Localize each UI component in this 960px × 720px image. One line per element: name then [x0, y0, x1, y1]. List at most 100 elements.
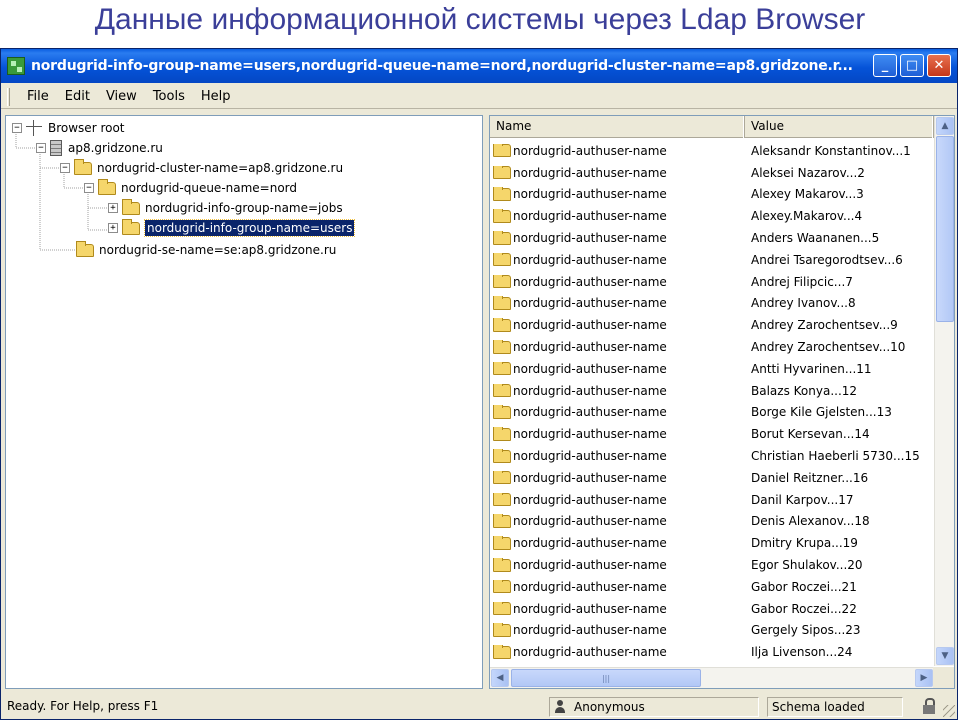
toolbar-grip[interactable]: [7, 88, 10, 106]
collapse-toggle[interactable]: −: [36, 143, 46, 153]
list-item[interactable]: nordugrid-authuser-name Alexey Makarov...…: [490, 184, 934, 206]
list-item[interactable]: nordugrid-authuser-name Denis Alexanov...…: [490, 511, 934, 533]
list-item[interactable]: nordugrid-authuser-name Christian Haeberl…: [490, 445, 934, 467]
menu-view[interactable]: View: [100, 87, 143, 106]
list-item[interactable]: nordugrid-authuser-name Andrey Zarochents…: [490, 314, 934, 336]
status-user: Anonymous: [574, 700, 645, 714]
list-item[interactable]: nordugrid-authuser-name Borge Kile Gjelst…: [490, 402, 934, 424]
folder-icon: [493, 296, 511, 310]
tree-node-server[interactable]: − ap8.gridzone.ru: [36, 138, 163, 158]
attribute-value: Egor Shulakov...20: [751, 558, 863, 573]
list-item[interactable]: nordugrid-authuser-name Andrei Tsaregorod…: [490, 249, 934, 271]
folder-icon: [493, 645, 511, 659]
menu-bar: File Edit View Tools Help: [1, 85, 957, 109]
attribute-name: nordugrid-authuser-name: [513, 383, 667, 398]
list-item[interactable]: nordugrid-authuser-name Andrej Filipcic..…: [490, 271, 934, 293]
list-item[interactable]: nordugrid-authuser-name Anders Waananen..…: [490, 227, 934, 249]
list-item[interactable]: nordugrid-authuser-name Aleksei Nazarov..…: [490, 162, 934, 184]
tree-pane[interactable]: − Browser root − ap8.gridzone.ru − nordu…: [5, 115, 483, 689]
tree-node-group-jobs[interactable]: + nordugrid-info-group-name=jobs: [108, 198, 343, 218]
attribute-name: nordugrid-authuser-name: [513, 449, 667, 464]
folder-icon: [493, 470, 511, 485]
folder-icon: [493, 231, 511, 245]
list-item[interactable]: nordugrid-authuser-name Borut Kersevan...…: [490, 423, 934, 445]
menu-tools[interactable]: Tools: [147, 87, 191, 106]
expand-toggle[interactable]: +: [108, 223, 118, 233]
list-item[interactable]: nordugrid-authuser-name Gabor Roczei...22: [490, 598, 934, 620]
attribute-value: Ilja Livenson...24: [751, 645, 853, 660]
scroll-up-button[interactable]: ▲: [936, 117, 954, 135]
list-item[interactable]: nordugrid-authuser-name Aleksandr Konstan…: [490, 140, 934, 162]
attribute-name-cell: nordugrid-authuser-name: [490, 187, 745, 201]
attribute-value: Antti Hyvarinen...11: [751, 361, 872, 376]
list-item[interactable]: nordugrid-authuser-name Balazs Konya...12: [490, 380, 934, 402]
window-controls: _ □ ✕: [873, 54, 951, 77]
folder-icon: [493, 601, 511, 616]
maximize-button[interactable]: □: [900, 54, 924, 77]
attribute-value: Dmitry Krupa...19: [751, 536, 858, 551]
tree-node-queue[interactable]: − nordugrid-queue-name=nord: [84, 178, 297, 198]
title-bar[interactable]: nordugrid-info-group-name=users,nordugri…: [1, 49, 957, 83]
folder-icon: [493, 623, 511, 637]
folder-icon: [74, 158, 92, 175]
tree-node-group-users[interactable]: + nordugrid-info-group-name=users: [108, 218, 356, 238]
attribute-value: Aleksandr Konstantinov...1: [751, 143, 911, 158]
attribute-name-cell: nordugrid-authuser-name: [490, 623, 745, 637]
ldap-browser-window: nordugrid-info-group-name=users,nordugri…: [0, 48, 958, 720]
menu-edit[interactable]: Edit: [59, 87, 96, 106]
list-item[interactable]: nordugrid-authuser-name Gergely Sipos...2…: [490, 620, 934, 642]
status-message: Ready. For Help, press F1: [7, 699, 159, 713]
list-item[interactable]: nordugrid-authuser-name Egor Shulakov...2…: [490, 554, 934, 576]
list-item[interactable]: nordugrid-authuser-name Alexey.Makarov...…: [490, 205, 934, 227]
resize-grip[interactable]: [943, 705, 955, 717]
attribute-value: Andrei Tsaregorodtsev...6: [751, 252, 903, 267]
expand-toggle[interactable]: +: [108, 203, 118, 213]
folder-icon: [122, 218, 140, 235]
menu-file[interactable]: File: [21, 87, 55, 106]
list-item[interactable]: nordugrid-authuser-name Daniel Reitzner..…: [490, 467, 934, 489]
list-item[interactable]: nordugrid-authuser-name Andrey Zarochents…: [490, 336, 934, 358]
attribute-list[interactable]: Name Value nordugrid-authuser-name Aleksa…: [489, 115, 955, 689]
tree-node-se[interactable]: nordugrid-se-name=se:ap8.gridzone.ru: [76, 240, 336, 260]
list-item[interactable]: nordugrid-authuser-name Andrey Ivanov...8: [490, 293, 934, 315]
collapse-toggle[interactable]: −: [84, 183, 94, 193]
scroll-left-button[interactable]: ◀: [491, 669, 509, 687]
collapse-toggle[interactable]: −: [12, 123, 22, 133]
attribute-name: nordugrid-authuser-name: [513, 623, 667, 638]
folder-icon: [493, 187, 511, 201]
status-schema: Schema loaded: [767, 697, 903, 717]
attribute-name-cell: nordugrid-authuser-name: [490, 449, 745, 463]
list-item[interactable]: nordugrid-authuser-name Antti Hyvarinen..…: [490, 358, 934, 380]
scroll-right-button[interactable]: ▶: [915, 669, 933, 687]
close-button[interactable]: ✕: [927, 54, 951, 77]
attribute-name: nordugrid-authuser-name: [513, 536, 667, 551]
menu-help[interactable]: Help: [195, 87, 237, 106]
collapse-toggle[interactable]: −: [60, 163, 70, 173]
minimize-button[interactable]: _: [873, 54, 897, 77]
attribute-value: Andrej Filipcic...7: [751, 274, 853, 289]
tree-node-browser-root[interactable]: − Browser root: [12, 118, 125, 138]
column-header-value[interactable]: Value: [745, 116, 934, 138]
tree-node-cluster[interactable]: − nordugrid-cluster-name=ap8.gridzone.ru: [60, 158, 343, 178]
attribute-name-cell: nordugrid-authuser-name: [490, 143, 745, 158]
list-item[interactable]: nordugrid-authuser-name Ilja Livenson...2…: [490, 641, 934, 663]
scrollbar-corner: [933, 667, 954, 688]
vertical-scrollbar[interactable]: ▲ ▼: [934, 116, 954, 666]
list-item[interactable]: nordugrid-authuser-name Danil Karpov...17: [490, 489, 934, 511]
tree-node-label: ap8.gridzone.ru: [68, 141, 163, 155]
attribute-name-cell: nordugrid-authuser-name: [490, 361, 745, 376]
horizontal-scroll-thumb[interactable]: |||: [511, 669, 701, 687]
list-item[interactable]: nordugrid-authuser-name Gabor Roczei...21: [490, 576, 934, 598]
attribute-value: Gergely Sipos...23: [751, 623, 861, 638]
horizontal-scrollbar[interactable]: ◀ ||| ▶: [490, 667, 934, 688]
list-item[interactable]: nordugrid-authuser-name Dmitry Krupa...19: [490, 532, 934, 554]
column-header-name[interactable]: Name: [490, 116, 745, 138]
app-icon[interactable]: [7, 57, 25, 75]
scroll-down-button[interactable]: ▼: [936, 647, 954, 665]
tree-node-label: nordugrid-se-name=se:ap8.gridzone.ru: [99, 243, 337, 257]
tree-node-label: nordugrid-queue-name=nord: [121, 181, 298, 195]
server-icon: [50, 140, 62, 156]
vertical-scroll-thumb[interactable]: [936, 136, 954, 322]
attribute-name: nordugrid-authuser-name: [513, 514, 667, 529]
attribute-value: Danil Karpov...17: [751, 492, 854, 507]
